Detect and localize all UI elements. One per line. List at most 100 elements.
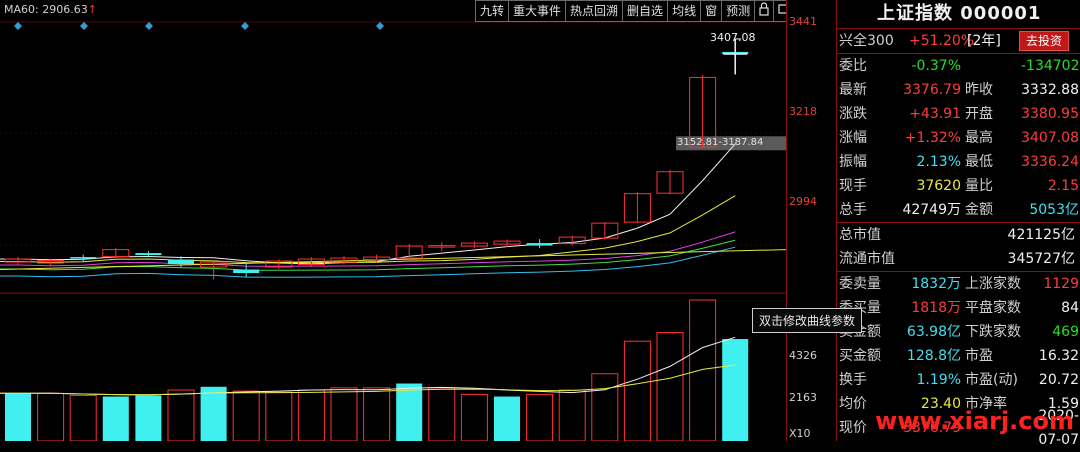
volume-bar: [526, 393, 554, 441]
quote-value: 42749万: [902, 202, 961, 218]
toolbar-button-major-events[interactable]: 重大事件: [508, 0, 567, 22]
market-cap-key: 总市值: [839, 227, 881, 243]
volume-bar: [297, 389, 325, 441]
market-cap-rows: 总市值 421125亿 流通市值 345727亿: [837, 222, 1080, 271]
quote-row: 换手 1.19% 市盈(动) 20.72: [837, 368, 1080, 392]
quote-row: 现手 37620 量比 2.15: [837, 174, 1080, 198]
event-marker-icon: [376, 22, 384, 30]
quote-value: 5053亿: [1029, 202, 1079, 218]
toolbar-button-remove-watchlist[interactable]: 删自选: [622, 0, 669, 22]
quote-row: 总手 42749万 金额 5053亿: [837, 198, 1080, 222]
quote-key: 昨收: [965, 82, 993, 98]
volume-bar: [135, 395, 162, 441]
volume-bar: [656, 332, 684, 441]
tooltip: 双击修改曲线参数: [752, 308, 863, 333]
quote-key: 下跌家数: [965, 324, 1021, 340]
watermark-text: www.xiarj.com: [875, 407, 1074, 435]
volume-bar: [722, 339, 749, 441]
toolbar-button-forecast[interactable]: 预测: [721, 0, 756, 22]
quote-value: 2.13%: [916, 154, 961, 170]
volume-bar: [69, 394, 97, 441]
market-cap-value: 421125亿: [1007, 227, 1075, 243]
lock-icon[interactable]: [754, 0, 775, 22]
quote-value: 37620: [916, 178, 961, 194]
quote-key: 最新: [839, 82, 867, 98]
quote-key: 换手: [839, 372, 867, 388]
ma60-label: MA60: 2906.63: [4, 3, 88, 16]
quote-key: 振幅: [839, 154, 867, 170]
toolbar-button-moving-average[interactable]: 均线: [667, 0, 702, 22]
volume-bar: [396, 383, 423, 441]
event-marker-icon: [80, 22, 88, 30]
event-marker-icon: [14, 22, 22, 30]
fund-name: 兴全300: [839, 33, 894, 49]
quote-key: 涨跌: [839, 106, 867, 122]
quote-key: 金额: [965, 202, 993, 218]
ma10-line: [0, 195, 736, 264]
kline-chart[interactable]: [0, 0, 786, 441]
candle-body: [233, 269, 260, 274]
candle-body: [526, 243, 553, 246]
quote-key: 上涨家数: [965, 276, 1021, 292]
kline-chart-panel[interactable]: MA60: 2906.63↑ 九转 重大事件 热点回溯 删自选 均线 窗 预测 …: [0, 0, 794, 441]
quote-value: +43.91: [909, 106, 961, 122]
quote-row: 卖金额63.98亿下跌家数469: [837, 320, 1080, 344]
quote-value: -134702: [1021, 58, 1080, 74]
quote-key: 量比: [965, 178, 993, 194]
quote-key: 市盈(动): [965, 372, 1018, 388]
fund-promo-row: 兴全300 +51.20% [2年] 去投资: [837, 29, 1080, 53]
quote-value: 1832万: [911, 276, 961, 292]
volume-bar: [167, 389, 195, 441]
toolbar-button-hotspot-review[interactable]: 热点回溯: [565, 0, 624, 22]
volume-bar: [102, 396, 129, 441]
invest-button[interactable]: 去投资: [1019, 31, 1070, 51]
volume-bar: [591, 373, 619, 441]
volume-bar: [689, 299, 717, 441]
volume-tick: 4326: [789, 349, 817, 362]
volume-bar: [232, 390, 260, 441]
volume-bar: [265, 391, 293, 441]
price-axis: 3441 3218 2994 4326 2163: [786, 0, 837, 441]
quote-key: 涨幅: [839, 130, 867, 146]
toolbar-button-jiuzhuan[interactable]: 九转: [475, 0, 510, 22]
quote-value: 3332.88: [1021, 82, 1079, 98]
volume-bar: [428, 387, 456, 441]
price-tick: 3441: [789, 15, 817, 28]
quote-value: 469: [1052, 324, 1079, 340]
quote-row: 买金额 128.8亿 市盈 16.32: [837, 344, 1080, 368]
gap-range-label: 3152.81-3187.84: [677, 137, 764, 148]
volume-tick: 2163: [789, 391, 817, 404]
quote-key: 平盘家数: [965, 300, 1021, 316]
candle-body: [135, 253, 162, 256]
ma60-readout: MA60: 2906.63↑: [4, 3, 97, 16]
volume-bar: [363, 387, 391, 441]
quote-row: 振幅 2.13% 最低 3336.24: [837, 150, 1080, 174]
quote-key: 现手: [839, 178, 867, 194]
volume-ma10-line: [0, 364, 736, 396]
volume-bar: [200, 386, 227, 441]
volume-ma5-line: [0, 336, 736, 396]
volume-bar: [623, 340, 651, 441]
quote-value: 16.32: [1038, 348, 1079, 364]
quote-value: 1818万: [911, 300, 961, 316]
quote-value: 3407.08: [1021, 130, 1079, 146]
quote-row: 最新 3376.79 昨收 3332.88: [837, 78, 1080, 102]
event-marker-icon: [145, 22, 153, 30]
chart-toolbar: 九转 重大事件 热点回溯 删自选 均线 窗 预测: [475, 0, 794, 22]
volume-bar: [5, 393, 31, 441]
quote-key: 总手: [839, 202, 867, 218]
quote-value: 1129: [1043, 276, 1079, 292]
quote-value: 2.15: [1047, 178, 1079, 194]
quote-value: 20.72: [1038, 372, 1079, 388]
quote-key: 委比: [839, 58, 867, 74]
quote-key: 买金额: [839, 348, 881, 364]
quote-value: 3336.24: [1021, 154, 1079, 170]
up-arrow-icon: ↑: [87, 3, 97, 16]
volume-bar: [460, 393, 488, 441]
volume-bar: [494, 396, 520, 441]
quote-row: 委比 -0.37% -134702: [837, 54, 1080, 78]
toolbar-button-window[interactable]: 窗: [700, 0, 723, 22]
stock-title: 上证指数 000001: [837, 0, 1080, 29]
market-cap-key: 流通市值: [839, 251, 895, 267]
volume-bar: [37, 392, 65, 441]
